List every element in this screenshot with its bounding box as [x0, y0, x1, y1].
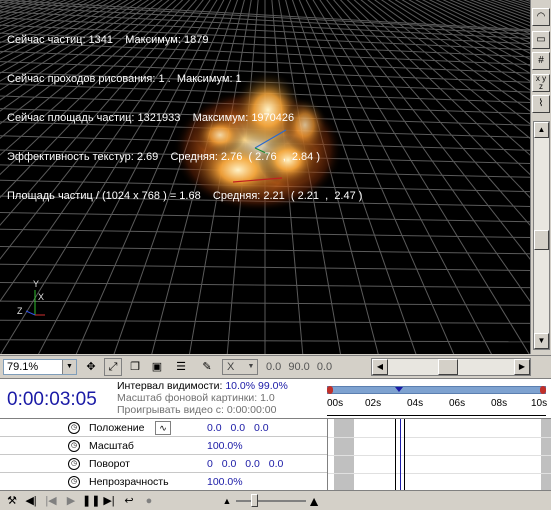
track-row-scale[interactable]: ◷ Масштаб 100.0%	[0, 437, 327, 455]
stats-particles: Сейчас частиц: 1341 Максимум: 1879	[7, 34, 209, 46]
horizontal-scrollbar[interactable]: ◀ ▶	[371, 358, 531, 376]
viewport-3d[interactable]: Y X Z Сейчас частиц: 1341 Максимум: 1879…	[0, 0, 530, 354]
axis-value: X	[227, 361, 235, 373]
axis-select[interactable]: X ▼	[222, 359, 258, 375]
frame-icon[interactable]: ▣	[148, 358, 166, 376]
track-name: Непрозрачность	[89, 476, 169, 488]
track-name: Положение	[89, 422, 145, 434]
vertical-scroll-thumb[interactable]	[534, 230, 549, 250]
stopwatch-icon[interactable]: ◷	[68, 458, 80, 470]
tick-label: 10s	[531, 398, 548, 409]
visibility-label: Интервал видимости:	[117, 380, 223, 392]
chevron-down-icon[interactable]: ▼	[245, 360, 257, 374]
scroll-up-arrow-icon[interactable]: ▲	[534, 122, 549, 138]
axis-label-y: Y	[33, 279, 40, 289]
rotation-values: 0.0 90.0 0.0	[266, 361, 333, 373]
track-values[interactable]: 0.0 0.0 0.0	[207, 422, 269, 434]
play-icon[interactable]: ▶	[64, 493, 78, 509]
bg-scale-text: Масштаб фоновой картинки: 1.0	[117, 392, 275, 404]
track-values[interactable]: 100.0%	[207, 440, 243, 452]
tick-label: 08s	[491, 398, 508, 409]
timeline-ruler[interactable]: 00s 02s 04s 06s 08s 10s	[327, 386, 549, 418]
stats-overlay: Сейчас частиц: 1341 Максимум: 1879 Сейча…	[7, 8, 362, 229]
particle-editor-window: Y X Z Сейчас частиц: 1341 Максимум: 1879…	[0, 0, 551, 510]
stats-area-ratio: Площадь частиц / (1024 x 768 ) = 1.68 Ср…	[7, 190, 363, 202]
axis-label-x: X	[38, 292, 45, 302]
tick-label: 00s	[327, 398, 344, 409]
grid-icon[interactable]: #	[532, 52, 550, 70]
track-name: Масштаб	[89, 440, 134, 452]
move-tool-icon[interactable]: ✥	[82, 358, 100, 376]
range-end-handle[interactable]	[540, 386, 546, 394]
volume-slider-knob[interactable]	[251, 494, 258, 507]
right-toolbar: ◠ ▭ # x yz ⌇ ▲ ▼	[530, 0, 551, 354]
track-row-position[interactable]: ◷ Положение ∿ 0.0 0.0 0.0	[0, 419, 327, 437]
visibility-from[interactable]: 10.0%	[225, 380, 255, 392]
timeline-keyframe-area[interactable]	[327, 419, 551, 491]
stats-particle-area: Сейчас площадь частиц: 1321933 Максимум:…	[7, 112, 295, 124]
playhead-line[interactable]	[400, 419, 401, 491]
tick-label: 04s	[407, 398, 424, 409]
tick-label: 02s	[365, 398, 382, 409]
row-divider	[328, 437, 551, 438]
axis-label-z: Z	[17, 306, 23, 316]
reset-view-icon[interactable]: ▭	[532, 31, 550, 49]
path-view-icon[interactable]: ⌇	[532, 95, 550, 113]
time-ticks: 00s 02s 04s 06s 08s 10s	[327, 396, 548, 416]
stats-texture-efficiency: Эффективность текстур: 2.69 Средняя: 2.7…	[7, 151, 320, 163]
scale-tool-icon[interactable]: ⤢	[104, 358, 122, 376]
stopwatch-icon[interactable]: ◷	[68, 476, 80, 488]
track-values[interactable]: 100.0%	[207, 476, 243, 488]
scroll-corner	[533, 358, 550, 376]
record-icon[interactable]: ●	[142, 493, 156, 509]
zoom-value: 79.1%	[7, 361, 39, 373]
transport-bar: ⚒ ◀| |◀ ▶ ❚❚ ▶| ↩ ● ▲ ▲	[0, 490, 551, 510]
play-video-text: Проигрывать видео с: 0:00:00:00	[117, 404, 277, 416]
visibility-range-bar[interactable]	[327, 386, 546, 394]
axes-xyz-icon[interactable]: x yz	[532, 74, 550, 92]
zoom-select[interactable]: 79.1% ▼	[3, 359, 77, 375]
tick-label: 06s	[449, 398, 466, 409]
stats-draw-passes: Сейчас проходов рисования: 1 . Максимум:…	[7, 73, 242, 85]
headphones-icon[interactable]: ◠	[532, 8, 550, 26]
volume-low-icon: ▲	[222, 496, 232, 506]
scroll-right-arrow-icon[interactable]: ▶	[514, 359, 530, 375]
copy-icon[interactable]: ❐	[126, 358, 144, 376]
tools-icon[interactable]: ⚒	[5, 493, 19, 509]
chevron-down-icon[interactable]: ▼	[62, 360, 76, 374]
vertical-scrollbar[interactable]: ▲ ▼	[533, 121, 550, 350]
row-divider	[328, 455, 551, 456]
edit-icon[interactable]: ✎	[198, 358, 216, 376]
keyframe-line[interactable]	[404, 419, 405, 491]
path-icon[interactable]: ∿	[155, 421, 171, 435]
stopwatch-icon[interactable]: ◷	[68, 440, 80, 452]
tracks-panel: ◷ Положение ∿ 0.0 0.0 0.0 ◷ Масштаб 100.…	[0, 418, 551, 491]
loop-icon[interactable]: ↩	[122, 493, 136, 509]
scroll-left-arrow-icon[interactable]: ◀	[372, 359, 388, 375]
horizontal-scroll-thumb[interactable]	[438, 359, 458, 375]
stopwatch-icon[interactable]: ◷	[68, 422, 80, 434]
track-row-rotation[interactable]: ◷ Поворот 0 0.0 0.0 0.0	[0, 455, 327, 473]
prev-key-icon[interactable]: ◀|	[24, 493, 38, 509]
volume-slider-track[interactable]	[236, 500, 306, 502]
to-start-icon[interactable]: |◀	[44, 493, 58, 509]
pause-icon[interactable]: ❚❚	[82, 493, 100, 509]
row-divider	[328, 473, 551, 474]
scroll-down-arrow-icon[interactable]: ▼	[534, 333, 549, 349]
timecode-display[interactable]: 0:00:03:05	[7, 389, 97, 411]
timeline-info: Интервал видимости: 10.0% 99.0% Масштаб …	[117, 380, 288, 416]
track-values[interactable]: 0 0.0 0.0 0.0	[207, 458, 283, 470]
volume-high-icon: ▲	[307, 493, 321, 509]
playhead-marker-icon[interactable]	[395, 387, 403, 392]
visibility-to[interactable]: 99.0%	[258, 380, 288, 392]
layers-icon[interactable]: ☰	[172, 358, 190, 376]
viewport-toolbar: 79.1% ▼ ✥ ⤢ ❐ ▣ ☰ ✎ X ▼ 0.0 90.0 0.0 ◀ ▶	[0, 355, 551, 377]
to-end-icon[interactable]: ▶|	[102, 493, 116, 509]
track-row-opacity[interactable]: ◷ Непрозрачность 100.0%	[0, 473, 327, 491]
range-start-handle[interactable]	[327, 386, 333, 394]
track-name: Поворот	[89, 458, 130, 470]
keyframe-line[interactable]	[395, 419, 396, 491]
